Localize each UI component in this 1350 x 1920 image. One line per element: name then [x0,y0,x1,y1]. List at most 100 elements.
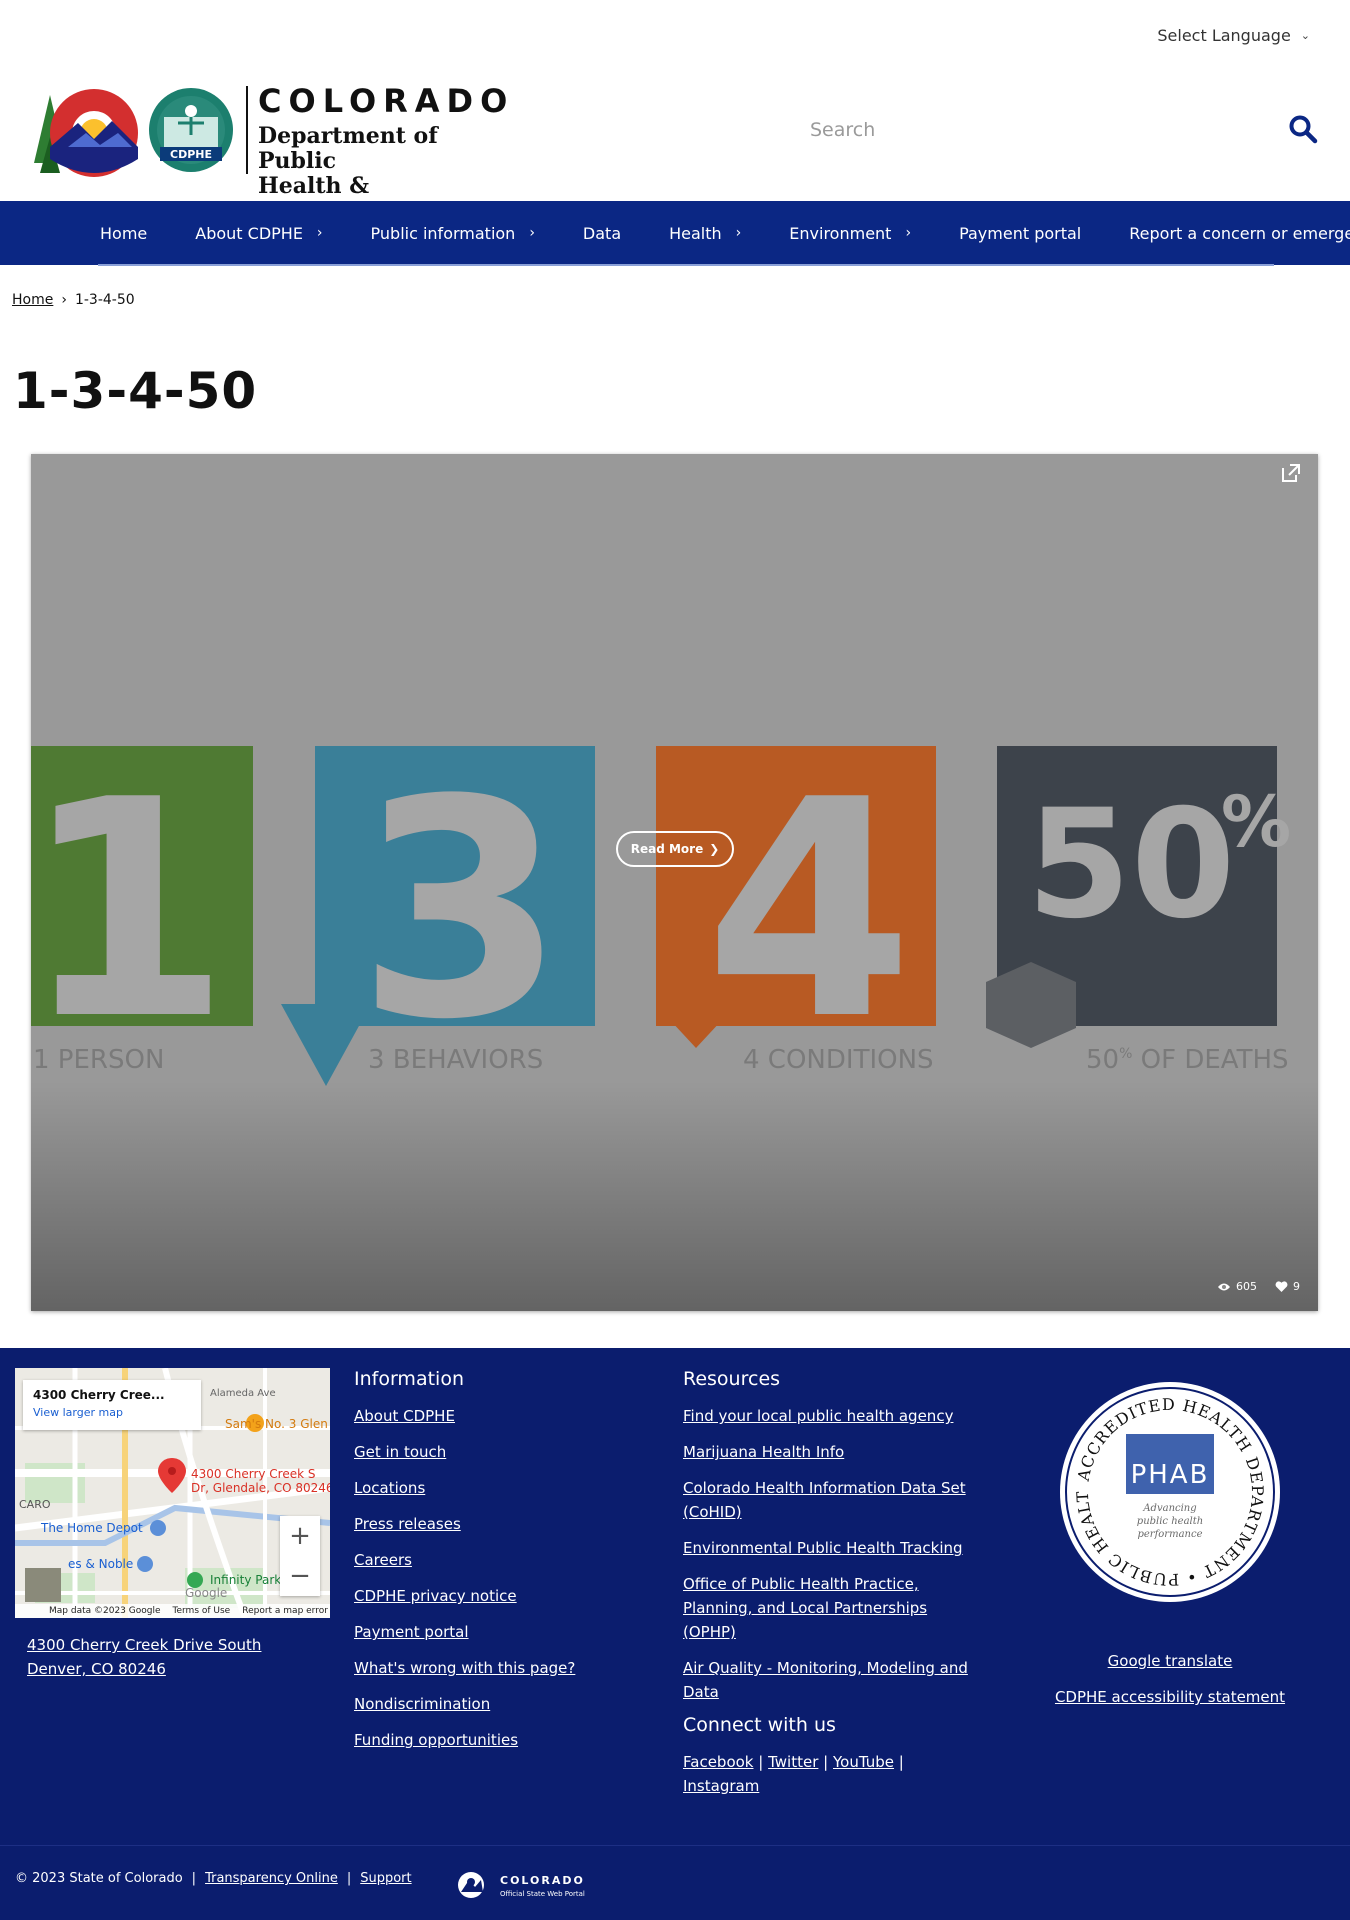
nav-item-about-cdphe[interactable]: About CDPHE › [195,224,322,243]
information-heading: Information [354,1368,464,1390]
breadcrumb-home-link[interactable]: Home [12,292,53,308]
likes-stat[interactable]: 9 [1275,1280,1300,1293]
chevron-right-icon: › [905,225,912,241]
transparency-online-link[interactable]: Transparency Online [205,1871,338,1886]
social-links: Facebook | Twitter | YouTube | Instagram [683,1750,983,1798]
youtube-link[interactable]: YouTube [833,1753,894,1771]
panel-4-superscript: % [1221,781,1291,863]
footer-link-payment-portal[interactable]: Payment portal [354,1620,644,1644]
embedded-post-card[interactable]: 1 1 PERSON 3 3 BEHAVIORS 4 4 CONDITIONS … [31,454,1318,1311]
footer-link-what-s-wrong-with-this-page[interactable]: What's wrong with this page? [354,1656,644,1680]
view-larger-map-link[interactable]: View larger map [33,1406,191,1419]
footer-extra-links: Google translate CDPHE accessibility sta… [1029,1649,1311,1721]
nav-item-label: Public information [370,223,516,243]
seal-center-text: PHAB [1131,1460,1210,1490]
footer-link-get-in-touch[interactable]: Get in touch [354,1440,644,1464]
infographic-1-3-4-50: 1 1 PERSON 3 3 BEHAVIORS 4 4 CONDITIONS … [31,746,1291,1086]
cdphe-logo[interactable]: CDPHE COLORADO Department of Public Heal… [28,84,518,224]
footer-link-air-quality-monitoring-modeling-and-data[interactable]: Air Quality - Monitoring, Modeling and D… [683,1656,983,1704]
cdphe-badge-icon: CDPHE [149,88,233,172]
language-selector-label: Select Language [1157,26,1291,45]
read-more-button[interactable]: Read More ❯ [616,831,734,867]
search-icon[interactable] [1288,114,1318,144]
map-report-link[interactable]: Report a map error [242,1606,328,1616]
footer-link-funding-opportunities[interactable]: Funding opportunities [354,1728,644,1752]
nav-item-health[interactable]: Health › [669,224,741,243]
map-pin-label-2: Dr, Glendale, CO 80246 [191,1481,330,1495]
nav-item-label: Environment [789,223,892,243]
map-place-alameda: Alameda Ave [210,1388,276,1399]
footer-resources-column: Resources Find your local public health … [683,1368,983,1798]
footer-link-colorado-health-information-data-set-cohid[interactable]: Colorado Health Information Data Set (Co… [683,1476,983,1524]
nav-item-label: Report a concern or emergency [1129,223,1350,243]
seal-tagline-2: public health [1137,1516,1203,1527]
connect-heading: Connect with us [683,1714,836,1736]
nav-item-environment[interactable]: Environment › [789,224,911,243]
footer-link-press-releases[interactable]: Press releases [354,1512,644,1536]
search-input[interactable] [800,110,1260,150]
map-place-noble: es & Noble [68,1557,133,1571]
logo-dept-line1: Department of Public [258,123,438,174]
nav-item-home[interactable]: Home [100,224,147,243]
panel-2-number: 3 [357,746,566,1085]
footer-link-cdphe-privacy-notice[interactable]: CDPHE privacy notice [354,1584,644,1608]
footer-link-find-your-local-public-health-agency[interactable]: Find your local public health agency [683,1404,983,1428]
nav-divider [98,264,1274,266]
likes-count: 9 [1293,1280,1300,1293]
zoom-in-button[interactable]: + [280,1516,320,1556]
nav-item-payment-portal[interactable]: Payment portal [959,224,1081,243]
footer-link-locations[interactable]: Locations [354,1476,644,1500]
footer-link-careers[interactable]: Careers [354,1548,644,1572]
social-separator: | [898,1753,904,1771]
google-translate-link[interactable]: Google translate [1029,1649,1311,1673]
nav-item-data[interactable]: Data [583,224,621,243]
language-selector[interactable]: Select Language ⌄ [1157,26,1310,45]
zoom-out-button[interactable]: − [280,1556,320,1596]
twitter-link[interactable]: Twitter [768,1753,818,1771]
site-footer: 4300 Cherry Creek S Dr, Glendale, CO 802… [0,1348,1350,1845]
bottom-separator: | [191,1871,197,1886]
nav-item-label: About CDPHE [195,223,303,243]
chevron-right-icon: › [529,225,535,241]
chevron-right-icon: ❯ [709,842,720,856]
support-link[interactable]: Support [360,1871,411,1886]
office-address-link[interactable]: 4300 Cherry Creek Drive South Denver, CO… [27,1633,317,1681]
map-terms-link[interactable]: Terms of Use [173,1606,231,1616]
footer-link-environmental-public-health-tracking[interactable]: Environmental Public Health Tracking [683,1536,983,1560]
map-place-home-depot: The Home Depot [40,1521,143,1535]
page-title: 1-3-4-50 [13,362,258,420]
breadcrumb-current: 1-3-4-50 [74,292,135,308]
logo-divider [246,86,248,174]
panel-2-caption: 3 BEHAVIORS [368,1045,543,1075]
footer-link-office-of-public-health-practice-planning-and-local-partnerships-ophp[interactable]: Office of Public Health Practice, Planni… [683,1572,983,1644]
panel-3-caption: 4 CONDITIONS [743,1045,934,1075]
eye-icon [1218,1283,1230,1290]
seal-tagline-1: Advancing [1142,1503,1196,1514]
footer-link-marijuana-health-info[interactable]: Marijuana Health Info [683,1440,983,1464]
footer-link-about-cdphe[interactable]: About CDPHE [354,1404,644,1428]
phab-accreditation-seal: ACCREDITED HEALTH DEPARTMENT • PUBLIC HE… [1059,1381,1280,1602]
footer-link-nondiscrimination[interactable]: Nondiscrimination [354,1692,644,1716]
accessibility-statement-link[interactable]: CDPHE accessibility statement [1029,1685,1311,1709]
breadcrumb: Home › 1-3-4-50 [12,292,135,308]
external-link-icon[interactable] [1280,462,1302,484]
map-attribution: Map data ©2023 Google [49,1606,161,1616]
portal-logo-sub: Official State Web Portal [500,1890,585,1898]
colorado-flag-logo-icon [34,89,138,177]
nav-item-label: Data [582,223,622,243]
read-more-label: Read More [630,842,704,856]
instagram-link[interactable]: Instagram [683,1777,759,1795]
nav-item-report-a-concern-or-emergency[interactable]: Report a concern or emergency [1129,224,1350,243]
colorado-portal-logo[interactable]: COLORADO Official State Web Portal [455,1868,595,1902]
nav-item-public-information[interactable]: Public information › [371,224,535,243]
map-pin-label-1: 4300 Cherry Creek S [191,1467,316,1481]
map-zoom-controls: + − [280,1516,320,1596]
panel-3-number: 4 [705,746,914,1085]
location-map[interactable]: 4300 Cherry Creek S Dr, Glendale, CO 802… [15,1368,330,1618]
map-place-sams: Sam's No. 3 Glen [225,1417,328,1431]
views-count: 605 [1236,1280,1257,1293]
facebook-link[interactable]: Facebook [683,1753,753,1771]
map-google-logo: Google [185,1586,227,1600]
bottom-separator: | [346,1871,352,1886]
bottom-bar: © 2023 State of Colorado | Transparency … [0,1845,1350,1920]
